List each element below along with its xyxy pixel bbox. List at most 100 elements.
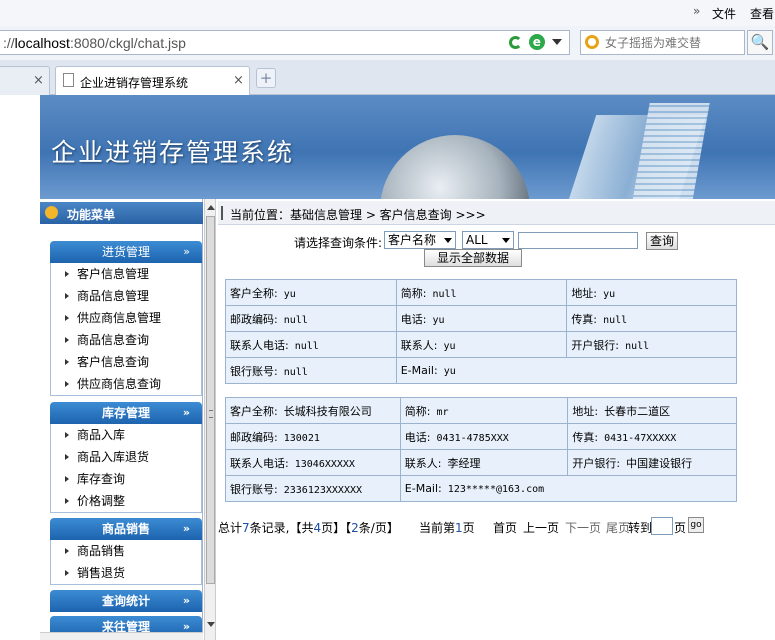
record-cell: 简称: null [395,279,568,306]
customer-record-1: 客户全称: yu 简称: null 地址: yu 邮政编码: null 电话: … [225,279,738,384]
breadcrumb-text: 当前位置：基础信息管理 > 客户信息查询 >>> [230,208,486,222]
menu-group-purchase-items: 客户信息管理 商品信息管理 供应商信息管理 商品信息查询 客户信息查询 供应商信… [50,263,202,396]
menu-file[interactable]: 文件 [712,5,736,22]
menu-item-supplier-manage[interactable]: 供应商信息管理 [51,307,201,329]
menu-item-product-manage[interactable]: 商品信息管理 [51,285,201,307]
search-input[interactable] [605,34,741,52]
record-cell: 联系人: 李经理 [399,449,569,476]
record-cell: 银行账号: 2336123XXXXXX [225,475,401,502]
prev-page-link[interactable]: 上一页 [523,519,559,536]
query-label: 请选择查询条件: [294,236,383,250]
tab-close-icon[interactable]: × [33,73,44,88]
menu-item-sales-return[interactable]: 销售退货 [51,562,201,584]
menu-item-stock-in-return[interactable]: 商品入库退货 [51,446,201,468]
menu-item-price-adjust[interactable]: 价格调整 [51,490,201,512]
address-dropdown-icon[interactable] [551,39,562,45]
query-field-select[interactable]: 客户名称 [384,231,456,249]
menu-item-stock-query[interactable]: 库存查询 [51,468,201,490]
record-cell: 地址: 长春市二道区 [567,397,737,424]
collapse-chevron-icon: » [182,406,190,419]
collapse-chevron-icon: » [183,245,190,258]
new-tab-button[interactable]: + [256,68,276,88]
menu-group-statistics[interactable]: 查询统计 » [50,590,202,612]
record-cell: 客户全称: yu [225,279,397,306]
search-button[interactable]: 🔍 [747,30,773,55]
menu-item-supplier-query[interactable]: 供应商信息查询 [51,373,201,395]
table-row: 联系人电话: null 联系人: yu 开户银行: null [225,331,737,358]
pagination: 总计7条记录,【共4页】【2条/页】 当前第1页 首页 上一页 下一页 尾页 转… [218,517,775,537]
sidebar-header-label: 功能菜单 [67,208,116,222]
scroll-down-arrow-icon[interactable] [207,622,215,627]
page-unit-label: 页 [674,521,687,535]
browser-tab-2[interactable]: 企业进销存管理系统 × [55,66,250,95]
table-row: 银行账号: 2336123XXXXXX E-Mail: 123*****@163… [225,475,738,502]
menu-item-product-query[interactable]: 商品信息查询 [51,329,201,351]
address-bar[interactable]: ://localhost:8080/ckgl/chat.jsp e [0,30,570,55]
record-cell: 开户银行: 中国建设银行 [567,449,737,476]
chevron-down-icon [444,238,452,243]
sidebar-header: 功能菜单 [40,202,203,224]
record-cell: 地址: yu [566,279,737,306]
table-row: 邮政编码: 130021 电话: 0431-4785XXX 传真: 0431-4… [225,423,737,450]
sidebar-horizontal-scrollbar[interactable] [40,632,203,640]
query-scope-select-value: ALL [466,233,488,247]
menu-star-icon [45,206,58,219]
show-all-button[interactable]: 显示全部数据 [424,249,522,267]
collapse-chevron-icon: » [182,522,190,535]
query-field-select-value: 客户名称 [388,233,437,247]
first-page-link[interactable]: 首页 [493,519,517,536]
menu-item-stock-in[interactable]: 商品入库 [51,424,201,446]
breadcrumb-marker [221,206,223,220]
last-page-link[interactable]: 尾页 [606,519,630,536]
record-cell: 银行账号: null [225,357,397,384]
menu-group-label: 查询统计 [101,594,150,608]
page-doc-icon [63,73,74,87]
sidebar: 功能菜单 进货管理 » 客户信息管理 商品信息管理 供应商信息管理 商品信息查询… [40,199,203,640]
record-cell: 邮政编码: null [225,305,397,332]
menu-item-sales[interactable]: 商品销售 [51,540,201,562]
scroll-thumb[interactable] [206,216,215,584]
menu-view[interactable]: 查看 [750,5,774,22]
scroll-up-arrow-icon[interactable] [207,205,215,210]
record-cell: 开户银行: null [566,331,737,358]
table-row: 联系人电话: 13046XXXXX 联系人: 李经理 开户银行: 中国建设银行 [225,449,737,476]
search-box[interactable] [580,30,745,55]
customer-record-2: 客户全称: 长城科技有限公司 简称: mr 地址: 长春市二道区 邮政编码: 1… [225,397,738,502]
menu-more-chevron[interactable]: » [693,4,700,18]
search-icon: 🔍 [750,33,770,51]
menu-group-label: 库存管理 [101,406,150,420]
go-button[interactable]: go [688,517,704,533]
address-url[interactable]: ://localhost:8080/ckgl/chat.jsp [3,35,186,51]
next-page-link[interactable]: 下一页 [565,519,601,536]
menu-item-customer-query[interactable]: 客户信息查询 [51,351,201,373]
tab-close-icon[interactable]: × [233,73,244,88]
table-row: 客户全称: yu 简称: null 地址: yu [225,279,737,306]
sidebar-vertical-scrollbar[interactable] [204,199,216,640]
goto-label: 转到 [628,521,653,535]
record-cell: 客户全称: 长城科技有限公司 [225,397,401,424]
query-input[interactable] [518,232,638,249]
menu-group-inventory[interactable]: 库存管理 » [50,402,202,424]
pager-summary: 总计7条记录,【共4页】【2条/页】 [218,521,399,535]
browser-tab-1[interactable]: × [0,66,50,95]
menu-group-label: 进货管理 [101,245,150,259]
query-form: 请选择查询条件: 客户名称 ALL 查询 显示全部数据 [218,229,775,269]
menu-group-purchase[interactable]: 进货管理 » [50,241,202,263]
record-cell: E-Mail: 123*****@163.com [399,475,738,502]
menu-item-customer-manage[interactable]: 客户信息管理 [51,263,201,285]
search-button[interactable]: 查询 [646,232,678,250]
collapse-chevron-icon: » [182,594,190,607]
menu-group-label: 商品销售 [101,522,150,536]
menu-group-sales[interactable]: 商品销售 » [50,518,202,540]
banner-title: 企业进销存管理系统 [51,138,295,167]
browser-engine-icon[interactable]: e [528,34,545,50]
record-cell: 邮政编码: 130021 [225,423,401,450]
record-cell: 联系人电话: null [225,331,397,358]
record-cell: 联系人: yu [395,331,568,358]
browser-tab-strip: × 企业进销存管理系统 × + [0,60,775,95]
refresh-icon[interactable] [509,35,522,49]
goto-page-input[interactable] [651,517,673,535]
record-cell: 电话: 0431-4785XXX [399,423,569,450]
query-scope-select[interactable]: ALL [462,231,514,249]
scroll-grip-icon [209,410,213,418]
